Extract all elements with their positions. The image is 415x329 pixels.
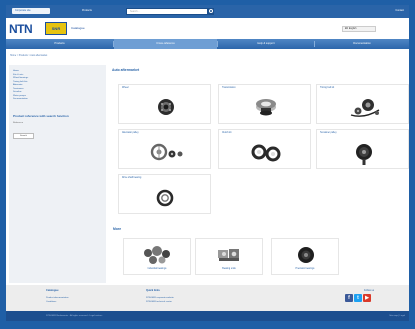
search-icon bbox=[209, 9, 213, 13]
footer-link[interactable]: NTN-SNR technical center bbox=[146, 301, 172, 304]
follow-us-label: Follow us bbox=[364, 289, 375, 292]
category-card[interactable]: Tensioner pulley bbox=[316, 129, 409, 169]
catalogue-page: Corporate site Products Search... Contac… bbox=[6, 5, 409, 321]
footer-quick-links-title: Quick links bbox=[146, 289, 160, 292]
sidebar-search-label: Reference bbox=[13, 122, 24, 124]
bottom-links[interactable]: Site map | Legal bbox=[389, 314, 405, 318]
category-card[interactable]: Clutch kit bbox=[218, 129, 311, 169]
ntn-logo[interactable]: NTN bbox=[9, 23, 33, 35]
section-title-auto: Auto aftermarket bbox=[112, 68, 140, 72]
sidebar-menu: Home Kits & sets Wheel bearings Timing b… bbox=[13, 70, 28, 102]
footer-link[interactable]: NTN-SNR corporate website bbox=[146, 297, 174, 300]
wheel-bearing-icon bbox=[158, 99, 174, 115]
search-button[interactable] bbox=[207, 8, 214, 15]
more-caption: Bearing units bbox=[222, 268, 236, 270]
more-caption: Industrial bearings bbox=[147, 268, 167, 270]
tab-products[interactable]: Products bbox=[6, 39, 113, 49]
facebook-icon[interactable]: f bbox=[345, 294, 353, 302]
footer-catalogue-title: Catalogue bbox=[46, 289, 59, 292]
tab-cross-reference[interactable]: Cross-reference bbox=[114, 39, 217, 49]
snr-logo[interactable]: SNR bbox=[45, 22, 67, 35]
corporate-site-tab[interactable]: Corporate site bbox=[12, 8, 50, 14]
category-card[interactable]: Drive shaft bearing bbox=[118, 174, 211, 214]
footer-link[interactable]: Conditions bbox=[46, 301, 56, 304]
tab-documentation[interactable]: Documentation bbox=[315, 39, 409, 49]
youtube-icon[interactable]: ▶ bbox=[363, 294, 371, 302]
top-bar: Corporate site Products Search... Contac… bbox=[6, 5, 409, 18]
more-card[interactable]: Precision bearings bbox=[271, 238, 339, 275]
more-card[interactable]: Industrial bearings bbox=[123, 238, 191, 275]
sidebar-item[interactable]: Wheel bearings bbox=[13, 77, 28, 81]
twitter-icon[interactable]: t bbox=[354, 294, 362, 302]
sidebar-item[interactable]: Documentation bbox=[13, 98, 28, 102]
category-card[interactable]: Alternator pulley bbox=[118, 129, 211, 169]
timing-belt-kit-icon bbox=[350, 99, 380, 117]
main-nav: Products Cross-reference Help & support … bbox=[6, 39, 409, 49]
contact-link[interactable]: Contact bbox=[395, 8, 404, 14]
clutch-kit-icon bbox=[251, 144, 281, 162]
language-select[interactable]: EN English bbox=[342, 26, 376, 32]
tab-help[interactable]: Help & support bbox=[218, 39, 314, 49]
breadcrumb[interactable]: Home > Products > Auto aftermarket bbox=[10, 54, 47, 58]
category-card[interactable]: Timing belt kit bbox=[316, 84, 409, 124]
sidebar: Home Kits & sets Wheel bearings Timing b… bbox=[9, 65, 106, 283]
category-card[interactable]: Transmission bbox=[218, 84, 311, 124]
alternator-pulley-icon bbox=[150, 143, 183, 161]
sidebar-search-button[interactable]: Search bbox=[13, 133, 34, 139]
sidebar-search-title: Product reference with search function bbox=[13, 114, 69, 118]
section-title-more: More bbox=[113, 227, 122, 231]
more-card[interactable]: Bearing units bbox=[195, 238, 263, 275]
category-card[interactable]: Wheel bbox=[118, 84, 211, 124]
copyright: NTN-SNR Roulements - All rights reserved… bbox=[46, 315, 103, 317]
transmission-bearing-icon bbox=[256, 99, 276, 116]
tensioner-pulley-icon bbox=[356, 144, 372, 165]
footer-link[interactable]: Product documentation bbox=[46, 297, 69, 300]
tagline: Catalogue bbox=[71, 26, 85, 30]
footer: Catalogue Product documentation Conditio… bbox=[6, 285, 409, 311]
products-link[interactable]: Products bbox=[82, 8, 92, 14]
more-caption: Precision bearings bbox=[295, 268, 315, 270]
drive-shaft-bearing-icon bbox=[156, 189, 174, 207]
search-input[interactable]: Search... bbox=[126, 8, 208, 15]
bottom-bar: NTN-SNR Roulements - All rights reserved… bbox=[6, 311, 409, 321]
